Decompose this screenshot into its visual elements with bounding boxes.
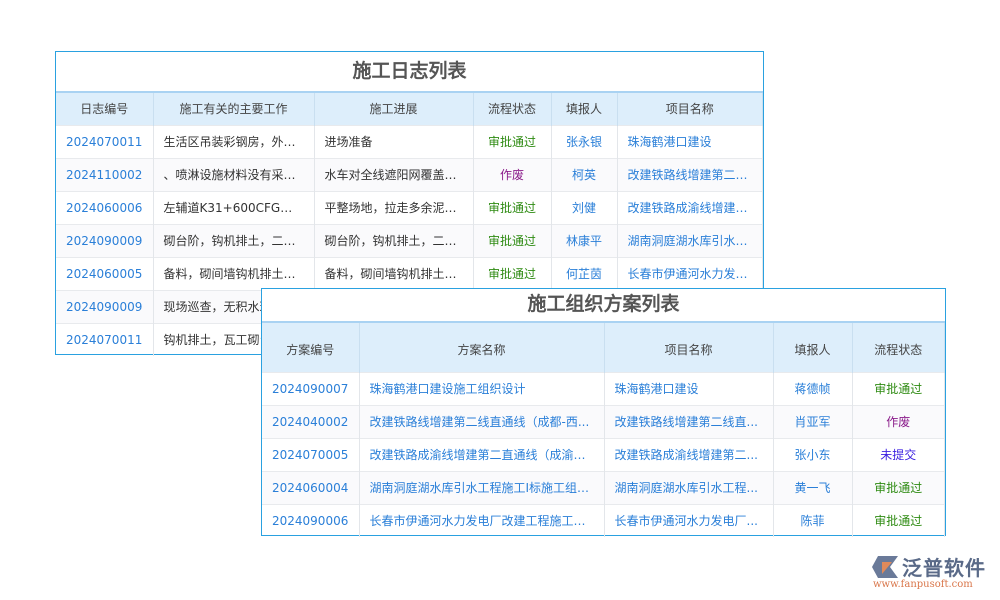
column-header[interactable]: 流程状态 <box>473 92 551 125</box>
plan-id-link[interactable]: 2024040002 <box>262 405 359 438</box>
construction-plan-panel: 施工组织方案列表 方案编号方案名称项目名称填报人流程状态 2024090007珠… <box>261 288 946 536</box>
progress-cell: 砌台阶，钩机排土，二包... <box>314 224 473 257</box>
reporter-link[interactable]: 肖亚军 <box>773 405 852 438</box>
plan-id-link[interactable]: 2024070005 <box>262 438 359 471</box>
project-link[interactable]: 长春市伊通河水力发电厂... <box>604 504 773 537</box>
status-cell: 审批通过 <box>852 372 945 405</box>
status-cell: 审批通过 <box>473 125 551 158</box>
log-id-link[interactable]: 2024070011 <box>56 125 153 158</box>
table-row[interactable]: 2024040002改建铁路线增建第二线直通线（成都-西...改建铁路线增建第二… <box>262 405 945 438</box>
table-row[interactable]: 2024090009砌台阶，钩机排土，二包...砌台阶，钩机排土，二包...审批… <box>56 224 763 257</box>
progress-cell: 水车对全线遮阳网覆盖点... <box>314 158 473 191</box>
panel-title: 施工日志列表 <box>56 52 763 91</box>
table-row[interactable]: 2024110002、喷淋设施材料没有采购...水车对全线遮阳网覆盖点...作废… <box>56 158 763 191</box>
column-header[interactable]: 施工有关的主要工作 <box>153 92 314 125</box>
status-cell: 审批通过 <box>852 471 945 504</box>
table-row[interactable]: 2024060005备料，砌间墙钩机排土，...备料，砌间墙钩机排土，...审批… <box>56 257 763 290</box>
project-link[interactable]: 改建铁路线增建第二线... <box>617 158 763 191</box>
reporter-link[interactable]: 陈菲 <box>773 504 852 537</box>
project-link[interactable]: 珠海鹤港口建设 <box>604 372 773 405</box>
column-header[interactable]: 项目名称 <box>604 322 773 372</box>
progress-cell: 进场准备 <box>314 125 473 158</box>
plan-name-link[interactable]: 珠海鹤港口建设施工组织设计 <box>359 372 604 405</box>
status-cell: 审批通过 <box>473 191 551 224</box>
project-link[interactable]: 湖南洞庭湖水库引水工程... <box>604 471 773 504</box>
progress-cell: 备料，砌间墙钩机排土，... <box>314 257 473 290</box>
reporter-link[interactable]: 刘健 <box>551 191 617 224</box>
plan-name-link[interactable]: 长春市伊通河水力发电厂改建工程施工组... <box>359 504 604 537</box>
status-cell: 作废 <box>852 405 945 438</box>
column-header[interactable]: 施工进展 <box>314 92 473 125</box>
project-link[interactable]: 改建铁路成渝线增建第... <box>617 191 763 224</box>
table-row[interactable]: 2024060004湖南洞庭湖水库引水工程施工I标施工组织...湖南洞庭湖水库引… <box>262 471 945 504</box>
column-header[interactable]: 日志编号 <box>56 92 153 125</box>
column-header[interactable]: 流程状态 <box>852 322 945 372</box>
panel-title: 施工组织方案列表 <box>262 289 945 321</box>
status-cell: 审批通过 <box>473 257 551 290</box>
log-id-link[interactable]: 2024060006 <box>56 191 153 224</box>
log-id-link[interactable]: 2024090009 <box>56 290 153 323</box>
table-row[interactable]: 2024060006左辅道K31+600CFG桩...平整场地，拉走多余泥土..… <box>56 191 763 224</box>
table-row[interactable]: 2024070011生活区吊装彩钢房，外雇...进场准备审批通过张永银珠海鹤港口… <box>56 125 763 158</box>
status-cell: 审批通过 <box>473 224 551 257</box>
plan-name-link[interactable]: 改建铁路线增建第二线直通线（成都-西... <box>359 405 604 438</box>
project-link[interactable]: 改建铁路成渝线增建第二... <box>604 438 773 471</box>
log-id-link[interactable]: 2024070011 <box>56 323 153 356</box>
column-header[interactable]: 填报人 <box>773 322 852 372</box>
log-id-link[interactable]: 2024110002 <box>56 158 153 191</box>
logo-url: www.fanpusoft.com <box>873 579 973 590</box>
table-row[interactable]: 2024070005改建铁路成渝线增建第二直通线（成渝枢...改建铁路成渝线增建… <box>262 438 945 471</box>
reporter-link[interactable]: 张小东 <box>773 438 852 471</box>
plan-id-link[interactable]: 2024090007 <box>262 372 359 405</box>
status-cell: 作废 <box>473 158 551 191</box>
table-row[interactable]: 2024090007珠海鹤港口建设施工组织设计珠海鹤港口建设蒋德帧审批通过 <box>262 372 945 405</box>
reporter-link[interactable]: 柯英 <box>551 158 617 191</box>
main-work-cell: 左辅道K31+600CFG桩... <box>153 191 314 224</box>
status-cell: 审批通过 <box>852 504 945 537</box>
project-link[interactable]: 湖南洞庭湖水库引水工... <box>617 224 763 257</box>
logo-brand: 泛普软件 <box>902 552 986 581</box>
plan-name-link[interactable]: 湖南洞庭湖水库引水工程施工I标施工组织... <box>359 471 604 504</box>
reporter-link[interactable]: 何芷茵 <box>551 257 617 290</box>
plan-id-link[interactable]: 2024060004 <box>262 471 359 504</box>
reporter-link[interactable]: 林康平 <box>551 224 617 257</box>
main-work-cell: 生活区吊装彩钢房，外雇... <box>153 125 314 158</box>
reporter-link[interactable]: 黄一飞 <box>773 471 852 504</box>
main-work-cell: 砌台阶，钩机排土，二包... <box>153 224 314 257</box>
project-link[interactable]: 长春市伊通河水力发电... <box>617 257 763 290</box>
reporter-link[interactable]: 张永银 <box>551 125 617 158</box>
log-id-link[interactable]: 2024090009 <box>56 224 153 257</box>
column-header[interactable]: 方案编号 <box>262 322 359 372</box>
project-link[interactable]: 珠海鹤港口建设 <box>617 125 763 158</box>
log-id-link[interactable]: 2024060005 <box>56 257 153 290</box>
main-work-cell: 备料，砌间墙钩机排土，... <box>153 257 314 290</box>
progress-cell: 平整场地，拉走多余泥土... <box>314 191 473 224</box>
column-header[interactable]: 项目名称 <box>617 92 763 125</box>
plan-id-link[interactable]: 2024090006 <box>262 504 359 537</box>
reporter-link[interactable]: 蒋德帧 <box>773 372 852 405</box>
status-cell: 未提交 <box>852 438 945 471</box>
table-row[interactable]: 2024090006长春市伊通河水力发电厂改建工程施工组...长春市伊通河水力发… <box>262 504 945 537</box>
fanpusoft-logo: 泛普软件 www.fanpusoft.com <box>868 552 993 596</box>
logo-icon <box>870 554 900 580</box>
column-header[interactable]: 填报人 <box>551 92 617 125</box>
construction-plan-table: 方案编号方案名称项目名称填报人流程状态 2024090007珠海鹤港口建设施工组… <box>262 321 945 537</box>
main-work-cell: 、喷淋设施材料没有采购... <box>153 158 314 191</box>
plan-name-link[interactable]: 改建铁路成渝线增建第二直通线（成渝枢... <box>359 438 604 471</box>
project-link[interactable]: 改建铁路线增建第二线直... <box>604 405 773 438</box>
column-header[interactable]: 方案名称 <box>359 322 604 372</box>
